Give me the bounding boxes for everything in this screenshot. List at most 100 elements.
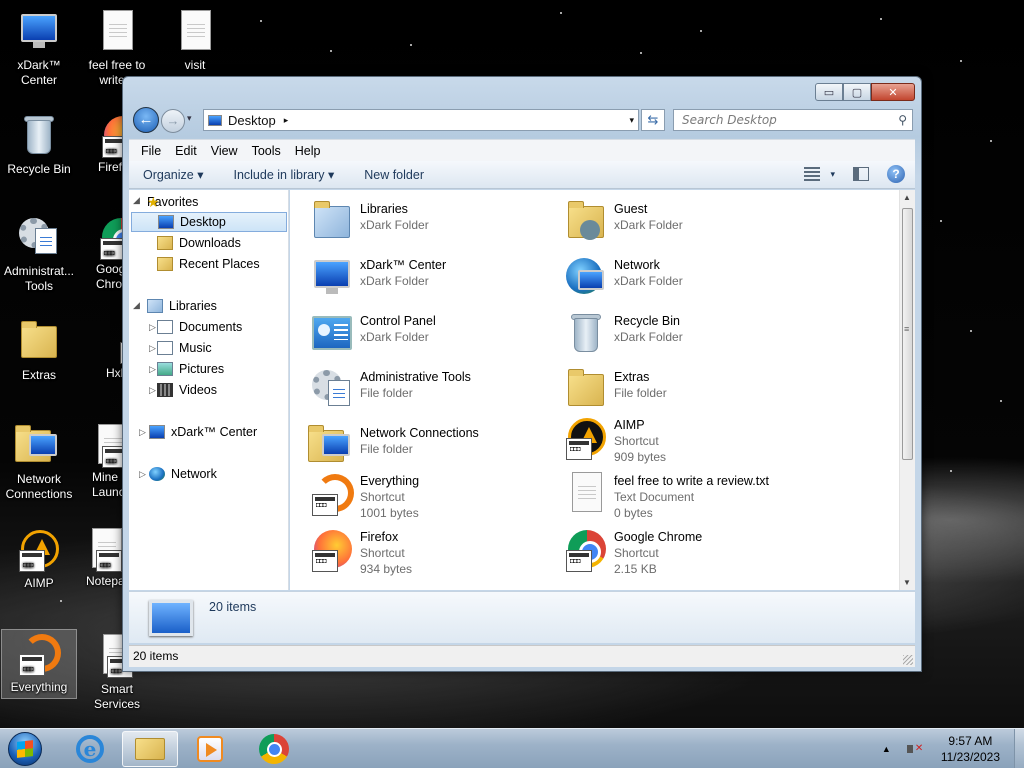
menu-help[interactable]: Help — [295, 144, 321, 158]
expand-arrow-icon[interactable]: ▷ — [139, 469, 146, 480]
file-item-guest[interactable]: Guest xDark Folder — [562, 196, 812, 248]
menu-view[interactable]: View — [211, 144, 238, 158]
explorer-window[interactable]: ▭ ▢ ✕ ← → ▾ Desktop ▸ ▾ ⇆ Search Desktop… — [122, 76, 922, 672]
forward-button[interactable]: → — [161, 109, 185, 133]
file-type: Shortcut — [360, 546, 405, 560]
desktop-icon-label: Recycle Bin — [7, 162, 71, 176]
desktop-icon-label: Firef — [98, 160, 122, 174]
back-button[interactable]: ← — [133, 107, 159, 133]
file-item-feel-free-txt[interactable]: feel free to write a review.txt Text Doc… — [562, 468, 812, 528]
desktop-icon-aimp[interactable]: AIMP — [0, 526, 78, 591]
close-button[interactable]: ✕ — [871, 83, 915, 101]
file-item-network[interactable]: Network xDark Folder — [562, 252, 812, 304]
desktop-icon-notepad[interactable]: Notepa — [78, 526, 124, 589]
nav-downloads[interactable]: Downloads — [157, 233, 241, 253]
desktop-icon-everything[interactable]: Everything — [1, 629, 77, 699]
taskbar-internet-explorer[interactable]: e — [62, 731, 118, 767]
nav-favorites[interactable]: ★ Favorites — [147, 192, 198, 212]
file-item-extras[interactable]: Extras File folder — [562, 364, 812, 416]
show-hidden-icons-arrow-icon[interactable]: ▲ — [882, 744, 891, 754]
desktop-icon-admin-tools[interactable]: Administrat... Tools — [0, 214, 78, 294]
navigation-bar: ← → ▾ Desktop ▸ ▾ ⇆ Search Desktop ⚲ — [131, 107, 913, 133]
file-type: xDark Folder — [614, 330, 683, 344]
details-pane: 20 items — [129, 591, 915, 643]
search-input[interactable]: Search Desktop ⚲ — [673, 109, 913, 131]
minimize-button[interactable]: ▭ — [815, 83, 843, 101]
organize-button[interactable]: Organize ▾ — [143, 167, 203, 182]
nav-recent-places[interactable]: Recent Places — [157, 254, 260, 274]
expand-arrow-icon[interactable]: ▷ — [139, 427, 146, 438]
menu-tools[interactable]: Tools — [252, 144, 281, 158]
expand-arrow-icon[interactable]: ▷ — [149, 322, 156, 333]
desktop-icon-minecraft-launcher[interactable]: Mine Launc — [78, 422, 124, 500]
file-item-aimp[interactable]: AIMP Shortcut 909 bytes — [562, 412, 812, 472]
libraries-icon — [308, 198, 356, 246]
desktop-icon-xdark-center[interactable]: xDark™ Center — [0, 8, 78, 88]
file-size: 909 bytes — [614, 450, 667, 464]
resize-grip-icon[interactable] — [903, 655, 913, 665]
collapse-arrow-icon[interactable]: ◢ — [133, 195, 140, 206]
start-button[interactable] — [4, 730, 48, 768]
file-name: Firefox — [360, 530, 399, 544]
nav-documents[interactable]: Documents — [157, 317, 242, 337]
nav-libraries[interactable]: Libraries — [147, 296, 217, 316]
menu-file[interactable]: File — [141, 144, 161, 158]
aimp-shortcut-icon — [562, 414, 610, 462]
nav-xdark-center[interactable]: xDark™ Center — [149, 422, 257, 442]
file-item-libraries[interactable]: Libraries xDark Folder — [308, 196, 558, 248]
nav-pictures[interactable]: Pictures — [157, 359, 224, 379]
search-icon[interactable]: ⚲ — [898, 110, 907, 130]
file-item-firefox[interactable]: Firefox Shortcut 934 bytes — [308, 524, 558, 584]
address-dropdown-icon[interactable]: ▾ — [629, 115, 634, 126]
new-folder-button[interactable]: New folder — [364, 168, 424, 182]
file-item-xdark-center[interactable]: xDark™ Center xDark Folder — [308, 252, 558, 304]
taskbar-google-chrome[interactable] — [246, 731, 302, 767]
collapse-arrow-icon[interactable]: ◢ — [133, 300, 140, 311]
maximize-button[interactable]: ▢ — [843, 83, 871, 101]
window-controls: ▭ ▢ ✕ — [815, 83, 915, 101]
preview-pane-icon[interactable] — [853, 167, 869, 181]
scrollbar-thumb[interactable] — [902, 208, 913, 460]
vertical-scrollbar[interactable]: ▲ ▼ — [899, 190, 915, 590]
desktop-icon-hxl[interactable]: Hxl — [78, 318, 124, 381]
recent-pages-dropdown[interactable]: ▾ — [187, 113, 192, 124]
scroll-up-arrow-icon[interactable]: ▲ — [903, 193, 911, 202]
expand-arrow-icon[interactable]: ▷ — [149, 364, 156, 375]
scroll-down-arrow-icon[interactable]: ▼ — [903, 578, 911, 587]
expand-arrow-icon[interactable]: ▷ — [149, 385, 156, 396]
desktop-icon-recycle-bin[interactable]: Recycle Bin — [0, 112, 78, 177]
desktop-icon-visit[interactable]: visit — [156, 8, 234, 73]
file-size: 934 bytes — [360, 562, 413, 576]
change-view-icon[interactable] — [804, 167, 821, 181]
file-item-control-panel[interactable]: Control Panel xDark Folder — [308, 308, 558, 360]
taskbar-media-player[interactable] — [182, 731, 238, 767]
nav-desktop[interactable]: Desktop — [131, 212, 287, 232]
taskbar-windows-explorer[interactable] — [122, 731, 178, 767]
internet-explorer-icon: e — [76, 735, 104, 763]
menu-edit[interactable]: Edit — [175, 144, 197, 158]
clock[interactable]: 9:57 AM 11/23/2023 — [941, 733, 1000, 765]
file-item-administrative-tools[interactable]: Administrative Tools File folder — [308, 364, 558, 416]
nav-network[interactable]: Network — [149, 464, 217, 484]
help-icon[interactable]: ? — [887, 165, 905, 183]
nav-videos[interactable]: Videos — [157, 380, 217, 400]
file-item-google-chrome[interactable]: Google Chrome Shortcut 2.15 KB — [562, 524, 812, 584]
file-item-recycle-bin[interactable]: Recycle Bin xDark Folder — [562, 308, 812, 360]
file-item-network-connections[interactable]: Network Connections File folder — [308, 420, 558, 472]
refresh-button[interactable]: ⇆ — [641, 109, 665, 131]
show-desktop-button[interactable] — [1014, 729, 1024, 768]
address-separator-arrow[interactable]: ▸ — [284, 115, 289, 126]
desktop-icon-firefox[interactable]: Firef — [78, 112, 124, 175]
desktop-icon-network-connections[interactable]: Network Connections — [0, 422, 78, 502]
address-location[interactable]: Desktop — [228, 113, 276, 128]
volume-muted-icon[interactable] — [906, 741, 925, 757]
desktop-icon-google-chrome[interactable]: Goog Chro — [78, 214, 124, 292]
file-name: Libraries — [360, 202, 408, 216]
nav-music[interactable]: Music — [157, 338, 212, 358]
include-in-library-button[interactable]: Include in library ▾ — [233, 167, 334, 182]
desktop-icon-extras[interactable]: Extras — [0, 318, 78, 383]
expand-arrow-icon[interactable]: ▷ — [149, 343, 156, 354]
file-item-everything[interactable]: Everything Shortcut 1001 bytes — [308, 468, 558, 528]
address-bar[interactable]: Desktop ▸ ▾ — [203, 109, 639, 131]
view-options-dropdown[interactable]: ▾ — [830, 169, 835, 180]
